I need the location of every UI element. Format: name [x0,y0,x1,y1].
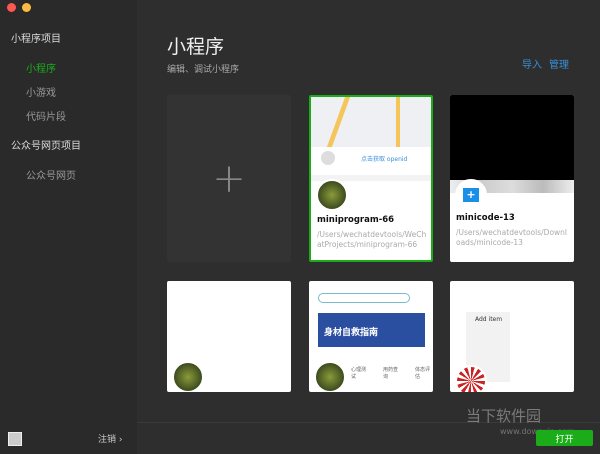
sidebar: 小程序项目 小程序 小游戏 代码片段 公众号网页项目 公众号网页 注销 › [0,0,137,454]
project-name: minicode-13 [456,213,515,223]
section-miniprogram-projects: 小程序项目 [11,34,61,45]
import-link[interactable]: 导入 [522,56,542,71]
page-subtitle: 编辑、调试小程序 [167,65,240,75]
sidebar-item-code-snippet[interactable]: 代码片段 [26,108,66,123]
project-avatar: + [455,179,487,211]
map-preview [311,97,431,147]
plus-icon: + [212,155,246,202]
sidebar-item-official-webpage[interactable]: 公众号网页 [26,167,76,182]
logout-button[interactable]: 注销 › [98,432,122,445]
project-path: /Users/wechatdevtools/WeChatProjects/min… [317,230,427,249]
minicode-logo-icon: + [463,188,479,202]
search-bar-preview [318,293,410,303]
minimize-window-button[interactable] [22,3,31,12]
project-path: /Users/wechatdevtools/Downloads/minicode… [456,228,568,247]
manage-link[interactable]: 管理 [549,56,569,71]
project-card-minicode-13[interactable]: + minicode-13 /Users/wechatdevtools/Down… [450,95,574,262]
section-official-account-projects: 公众号网页项目 [11,141,81,152]
project-avatar [455,365,487,392]
sidebar-item-minigame[interactable]: 小游戏 [26,84,56,99]
page-title: 小程序 [167,36,225,58]
open-button[interactable]: 打开 [536,430,593,446]
project-card-miniprogram-66[interactable]: 点击获取 openid miniprogram-66 /Users/wechat… [309,95,433,262]
project-avatar [314,361,346,392]
project-avatar [316,179,348,211]
watermark: 当下软件园 [466,407,542,425]
project-card-5[interactable]: Add item [450,281,574,392]
default-avatar-icon [321,151,335,165]
project-avatar [172,361,204,392]
close-window-button[interactable] [7,3,16,12]
project-name: miniprogram-66 [317,215,395,225]
project-card-4[interactable]: 身材自救指南 心理测试 用药查询 体态评估 [309,281,433,392]
openid-link: 点击获取 openid [361,156,408,163]
project-card-3[interactable] [167,281,291,392]
new-project-button[interactable]: + [167,95,291,262]
user-avatar[interactable] [8,432,22,446]
banner-preview: 身材自救指南 [318,313,425,347]
sidebar-item-miniprogram[interactable]: 小程序 [26,60,56,75]
